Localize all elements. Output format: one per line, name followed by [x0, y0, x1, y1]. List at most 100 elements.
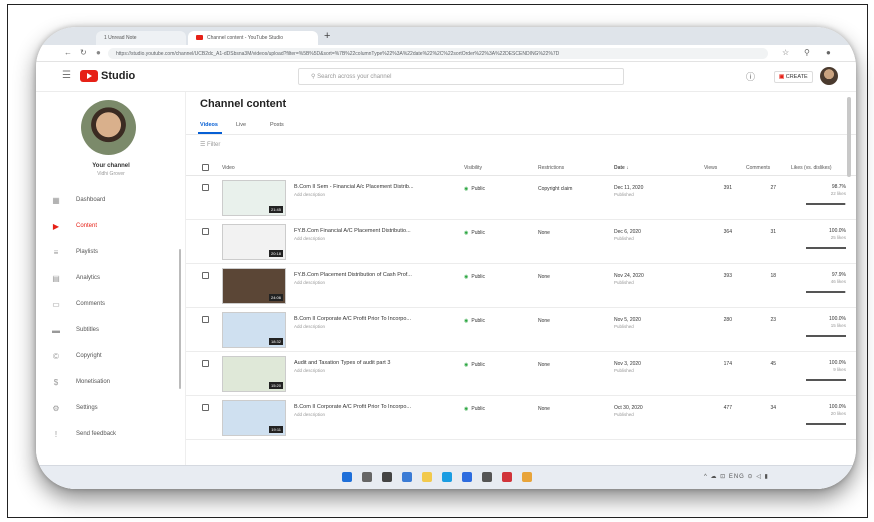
- column-visibility[interactable]: Visibility: [464, 165, 482, 171]
- create-button[interactable]: ▣ CREATE: [774, 71, 813, 83]
- page-scrollbar[interactable]: [847, 97, 851, 177]
- video-title[interactable]: B.Com II Corporate A/C Profit Prior To I…: [294, 316, 459, 322]
- sidebar-item-comments[interactable]: ▭ Comments: [36, 292, 186, 316]
- video-thumbnail[interactable]: 15:20: [222, 356, 286, 392]
- column-views[interactable]: Views: [704, 165, 717, 171]
- video-description: Add description: [294, 192, 326, 197]
- table-row[interactable]: 15:20 Audit and Taxation Types of audit p…: [186, 352, 856, 396]
- sidebar-item-monetisation[interactable]: $ Monetisation: [36, 370, 186, 394]
- restrictions-cell: None: [538, 274, 550, 280]
- likes-bar: [806, 247, 846, 249]
- windows-start-icon[interactable]: [342, 472, 352, 482]
- sidebar-item-analytics[interactable]: ▤ Analytics: [36, 266, 186, 290]
- account-avatar[interactable]: [820, 67, 838, 85]
- column-comments[interactable]: Comments: [746, 165, 770, 171]
- video-duration: 24:06: [268, 294, 283, 301]
- sidebar-item-content[interactable]: ▶ Content: [36, 214, 186, 238]
- row-checkbox[interactable]: [202, 228, 209, 235]
- studio-logo[interactable]: Studio: [80, 70, 135, 82]
- row-checkbox[interactable]: [202, 272, 209, 279]
- sidebar-item-settings[interactable]: ⚙ Settings: [36, 396, 186, 420]
- mail-icon[interactable]: [482, 472, 492, 482]
- video-thumbnail[interactable]: 20:18: [222, 224, 286, 260]
- video-thumbnail[interactable]: 24:06: [222, 268, 286, 304]
- visibility-cell[interactable]: ◉ Public: [464, 406, 485, 412]
- widgets-icon[interactable]: [402, 472, 412, 482]
- reload-icon[interactable]: ↻: [80, 48, 87, 57]
- table-row[interactable]: 18:32 B.Com II Corporate A/C Profit Prior…: [186, 308, 856, 352]
- select-all-checkbox[interactable]: [202, 164, 209, 171]
- back-icon[interactable]: ←: [64, 48, 72, 57]
- tab-posts[interactable]: Posts: [270, 122, 284, 128]
- table-row[interactable]: 24:06 FY.B.Com Placement Distribution of …: [186, 264, 856, 308]
- video-description: Add description: [294, 280, 326, 285]
- visibility-cell[interactable]: ◉ Public: [464, 186, 485, 192]
- video-thumbnail[interactable]: 21:45: [222, 180, 286, 216]
- row-checkbox[interactable]: [202, 316, 209, 323]
- calendar-icon[interactable]: [502, 472, 512, 482]
- new-tab-button[interactable]: +: [324, 30, 330, 42]
- sidebar-scrollbar[interactable]: [179, 249, 181, 389]
- date-cell: Oct 30, 2020: [614, 405, 643, 411]
- likes-count: 9 likes: [833, 367, 846, 372]
- profile-icon[interactable]: ●: [826, 48, 831, 57]
- row-checkbox[interactable]: [202, 184, 209, 191]
- edge-icon[interactable]: [442, 472, 452, 482]
- chrome-icon[interactable]: [522, 472, 532, 482]
- sidebar-item-playlists[interactable]: ≡ Playlists: [36, 240, 186, 264]
- sidebar-item-subtitles[interactable]: ▬ Subtitles: [36, 318, 186, 342]
- file-explorer-icon[interactable]: [422, 472, 432, 482]
- tab-videos[interactable]: Videos: [200, 122, 218, 128]
- likes-percent: 98.7%: [831, 184, 846, 190]
- store-icon[interactable]: [462, 472, 472, 482]
- video-thumbnail[interactable]: 19:11: [222, 400, 286, 436]
- video-title[interactable]: B.Com II Sem - Financial A/c Placement D…: [294, 184, 459, 190]
- help-icon[interactable]: ⓘ: [746, 70, 755, 83]
- views-cell: 364: [723, 229, 732, 235]
- comments-cell: 18: [770, 273, 776, 279]
- likes-bar: [806, 291, 846, 293]
- browser-tab-studio[interactable]: Channel content - YouTube Studio: [188, 31, 318, 45]
- sidebar-item-label: Comments: [76, 301, 106, 307]
- windows-taskbar: ^ ☁ ⊡ ENG ⊙ ◁ ▮: [36, 465, 856, 489]
- visibility-cell[interactable]: ◉ Public: [464, 230, 485, 236]
- visibility-cell[interactable]: ◉ Public: [464, 318, 485, 324]
- video-title[interactable]: Audit and Taxation Types of audit part 3: [294, 360, 459, 366]
- visibility-cell[interactable]: ◉ Public: [464, 274, 485, 280]
- column-date[interactable]: Date ↓: [614, 165, 629, 171]
- likes-bar: [806, 423, 846, 425]
- column-restrictions[interactable]: Restrictions: [538, 165, 564, 171]
- row-checkbox[interactable]: [202, 360, 209, 367]
- star-icon[interactable]: ☆: [782, 48, 789, 57]
- sidebar-item-dashboard[interactable]: ▦ Dashboard: [36, 188, 186, 212]
- search-icon[interactable]: [362, 472, 372, 482]
- task-view-icon[interactable]: [382, 472, 392, 482]
- row-checkbox[interactable]: [202, 404, 209, 411]
- comments-cell: 23: [770, 317, 776, 323]
- menu-icon[interactable]: ☰: [62, 70, 71, 81]
- likes-bar-fill: [806, 379, 846, 381]
- extensions-icon[interactable]: ⚲: [804, 48, 810, 57]
- system-tray[interactable]: ^ ☁ ⊡ ENG ⊙ ◁ ▮: [704, 473, 769, 480]
- video-title[interactable]: FY.B.Com Placement Distribution of Cash …: [294, 272, 459, 278]
- sidebar-item-send-feedback[interactable]: ! Send feedback: [36, 422, 186, 446]
- video-title[interactable]: FY.B.Com Financial A/C Placement Distrib…: [294, 228, 459, 234]
- table-row[interactable]: 19:11 B.Com II Corporate A/C Profit Prior…: [186, 396, 856, 440]
- video-thumbnail[interactable]: 18:32: [222, 312, 286, 348]
- search-input[interactable]: ⚲ Search across your channel: [298, 68, 624, 85]
- table-row[interactable]: 20:18 FY.B.Com Financial A/C Placement Di…: [186, 220, 856, 264]
- youtube-favicon-icon: [196, 35, 203, 41]
- date-cell: Dec 11, 2020: [614, 185, 644, 191]
- browser-tab-notes[interactable]: 1 Unread Note: [96, 31, 186, 45]
- sidebar-item-copyright[interactable]: © Copyright: [36, 344, 186, 368]
- tab-live[interactable]: Live: [236, 122, 246, 128]
- column-likes[interactable]: Likes (vs. dislikes): [791, 165, 832, 171]
- filter-bar[interactable]: ☰ Filter: [200, 141, 220, 148]
- channel-avatar[interactable]: [81, 100, 136, 155]
- studio-header: ☰ Studio ⚲ Search across your channel ⓘ …: [36, 62, 856, 92]
- table-row[interactable]: 21:45 B.Com II Sem - Financial A/c Placem…: [186, 176, 856, 220]
- video-title[interactable]: B.Com II Corporate A/C Profit Prior To I…: [294, 404, 459, 410]
- url-input[interactable]: https://studio.youtube.com/channel/UCB2d…: [108, 48, 768, 59]
- visibility-cell[interactable]: ◉ Public: [464, 362, 485, 368]
- video-description: Add description: [294, 412, 326, 417]
